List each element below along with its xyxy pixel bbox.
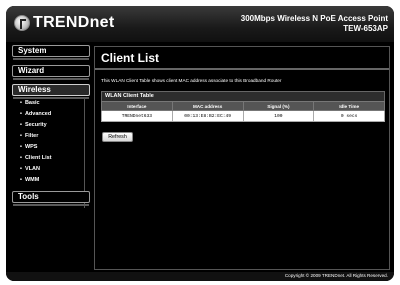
brand-logo: TRENDnet bbox=[14, 14, 124, 35]
sidebar-item-advanced[interactable]: Advanced bbox=[20, 111, 51, 118]
sidebar-item-wmm[interactable]: WMM bbox=[20, 177, 39, 184]
footer: Copyright © 2009 TRENDnet. All Rights Re… bbox=[6, 272, 394, 281]
cell-mac-address: 00:13:E8:B2:EC:49 bbox=[171, 110, 244, 122]
sidebar-tab-label: Tools bbox=[18, 192, 39, 201]
cell-signal: 100 bbox=[242, 110, 315, 122]
product-model: TEW-653AP bbox=[343, 24, 388, 33]
cell-idle-time: 0 secs bbox=[313, 110, 385, 122]
table-header-row: Interface MAC address Signal (%) Idle Ti… bbox=[101, 101, 385, 111]
client-table: WLAN Client Table Interface MAC address … bbox=[101, 91, 385, 122]
brand-name: TRENDnet bbox=[33, 14, 115, 31]
sidebar-tab-label: Wizard bbox=[18, 66, 45, 75]
page-description: This WLAN Client Table shows client MAC … bbox=[101, 78, 282, 83]
column-header-mac-address: MAC address bbox=[171, 101, 244, 111]
table-row: TRENDnet633 00:13:E8:B2:EC:49 100 0 secs bbox=[101, 110, 385, 122]
column-header-idle-time: Idle Time bbox=[313, 101, 385, 111]
sidebar-tab-system[interactable]: System bbox=[12, 45, 90, 60]
refresh-button[interactable]: Refresh bbox=[102, 132, 133, 142]
table-caption: WLAN Client Table bbox=[101, 91, 385, 101]
cell-interface: TRENDnet633 bbox=[101, 110, 173, 122]
product-line: 300Mbps Wireless N PoE Access Point bbox=[240, 14, 388, 23]
client-table-grid: Interface MAC address Signal (%) Idle Ti… bbox=[101, 101, 385, 122]
sidebar-tab-label: System bbox=[18, 46, 47, 55]
trendnet-logo-icon bbox=[14, 15, 30, 31]
header: TRENDnet 300Mbps Wireless N PoE Access P… bbox=[6, 6, 394, 42]
column-header-interface: Interface bbox=[101, 101, 173, 111]
sidebar-item-client-list[interactable]: Client List bbox=[20, 155, 52, 162]
sidebar-tab-tools[interactable]: Tools bbox=[12, 191, 90, 206]
sidebar-tab-wireless[interactable]: Wireless bbox=[12, 84, 90, 99]
sidebar-item-vlan[interactable]: VLAN bbox=[20, 166, 40, 173]
app-frame: TRENDnet 300Mbps Wireless N PoE Access P… bbox=[6, 6, 394, 281]
page-title: Client List bbox=[101, 51, 160, 65]
sidebar: System Wizard Wireless Basic Advanced Se… bbox=[12, 45, 90, 275]
sidebar-item-filter[interactable]: Filter bbox=[20, 133, 38, 140]
sidebar-tab-label: Wireless bbox=[18, 85, 51, 94]
main-content: Client List This WLAN Client Table shows… bbox=[94, 46, 390, 270]
copyright-text: Copyright © 2009 TRENDnet. All Rights Re… bbox=[284, 273, 388, 278]
sidebar-item-security[interactable]: Security bbox=[20, 122, 47, 129]
title-divider bbox=[95, 68, 389, 70]
column-header-signal: Signal (%) bbox=[242, 101, 315, 111]
sidebar-item-wps[interactable]: WPS bbox=[20, 144, 38, 151]
product-title: 300Mbps Wireless N PoE Access Point TEW-… bbox=[241, 14, 388, 34]
sidebar-tab-wizard[interactable]: Wizard bbox=[12, 65, 90, 80]
sidebar-item-basic[interactable]: Basic bbox=[20, 100, 40, 107]
